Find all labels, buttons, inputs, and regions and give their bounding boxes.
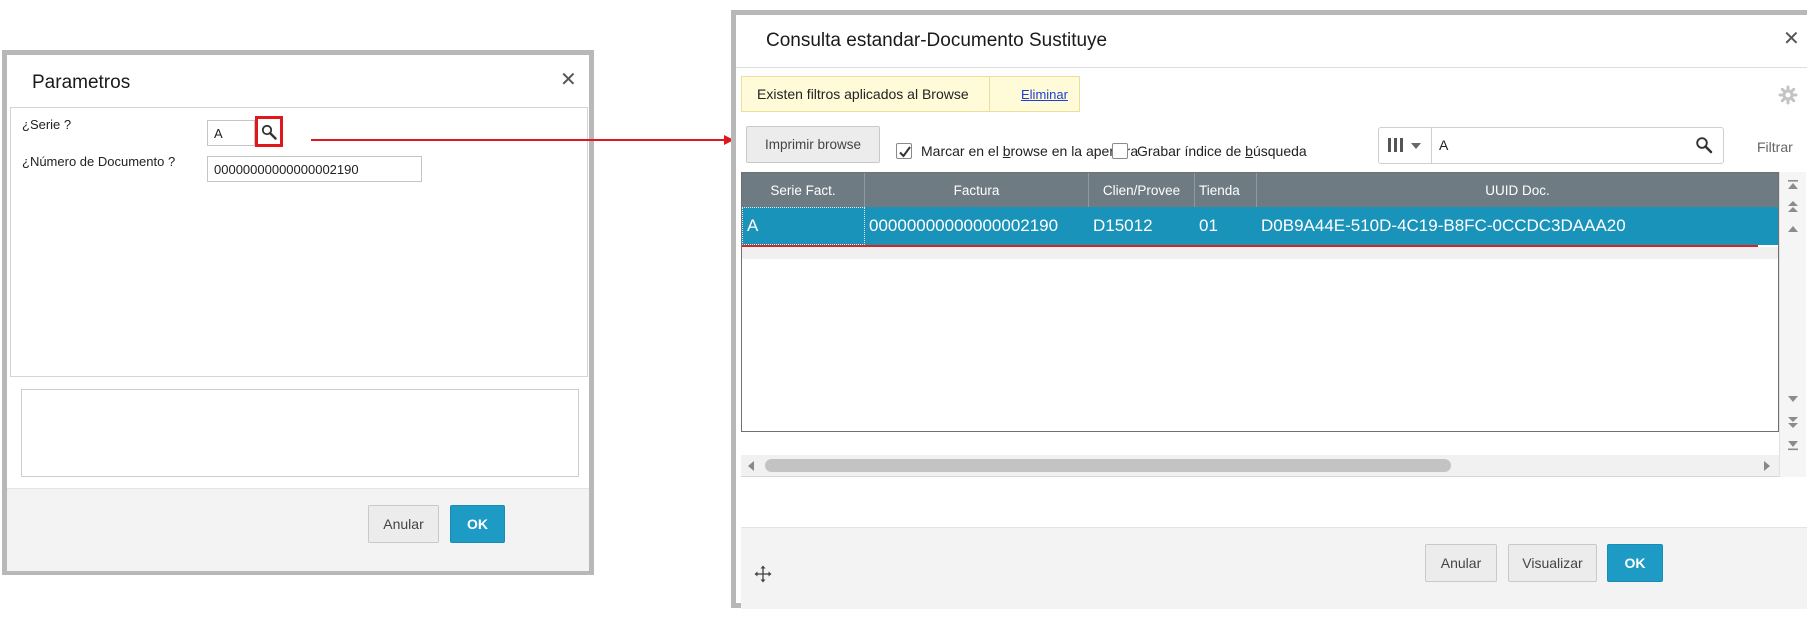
page-up-icon[interactable] — [1786, 200, 1800, 214]
columns-icon — [1388, 138, 1421, 152]
serie-label: ¿Serie ? — [22, 117, 72, 132]
save-search-index-checkbox[interactable] — [1112, 143, 1128, 159]
column-header-factura[interactable]: Factura — [865, 173, 1089, 207]
document-number-label: ¿Número de Documento ? — [22, 154, 176, 169]
title-divider — [736, 67, 1807, 68]
table-row[interactable]: A 00000000000000002190 D15012 01 D0B9A44… — [742, 207, 1778, 245]
help-memo-area[interactable] — [21, 389, 579, 477]
cancel-button[interactable]: Anular — [368, 505, 439, 543]
scroll-down-icon[interactable] — [1786, 392, 1800, 406]
horizontal-scrollbar[interactable] — [741, 455, 1779, 477]
cell-client: D15012 — [1093, 216, 1153, 235]
cell-uuid: D0B9A44E-510D-4C19-B8FC-0CCDC3DAAA20 — [1261, 216, 1626, 235]
standard-query-dialog: Consulta estandar-Documento Sustituye ✕ … — [731, 10, 1807, 609]
save-search-index-label: Grabar índice de búsqueda — [1137, 143, 1307, 159]
cell-tienda: 01 — [1199, 216, 1218, 235]
filter-notice-divider — [989, 77, 990, 111]
scroll-bottom-icon[interactable] — [1786, 438, 1800, 452]
close-icon[interactable]: ✕ — [560, 70, 577, 90]
row-gap — [742, 247, 1778, 259]
serie-field[interactable]: A — [207, 120, 255, 146]
column-header-uuid[interactable]: UUID Doc. — [1257, 173, 1778, 207]
column-header-serie[interactable]: Serie Fact. — [742, 173, 865, 207]
search-input[interactable]: A — [1439, 137, 1448, 153]
search-icon — [261, 124, 277, 140]
scroll-right-icon[interactable] — [1762, 460, 1772, 472]
serie-lookup-button[interactable] — [255, 116, 283, 147]
mark-on-open-label-pre: Marcar en el — [921, 143, 1003, 159]
filter-notice-text: Existen filtros aplicados al Browse — [757, 86, 969, 102]
gear-icon[interactable] — [1778, 85, 1798, 105]
move-icon[interactable] — [754, 565, 772, 583]
column-header-tienda[interactable]: Tienda — [1195, 173, 1257, 207]
dialog-footer: Anular Visualizar OK — [741, 527, 1807, 609]
close-icon[interactable]: ✕ — [1783, 29, 1800, 49]
vertical-scrollbar[interactable] — [1779, 172, 1806, 477]
horizontal-scroll-thumb[interactable] — [765, 459, 1451, 472]
filter-notice: Existen filtros aplicados al Browse Elim… — [741, 76, 1080, 112]
document-number-value: 00000000000000002190 — [214, 161, 359, 177]
serie-value: A — [214, 125, 223, 141]
remove-filters-link[interactable]: Eliminar — [1021, 87, 1068, 102]
dialog-title: Parametros — [32, 72, 131, 93]
mark-on-open-checkbox[interactable] — [896, 143, 912, 159]
dialog-footer: Anular OK — [7, 488, 589, 571]
save-search-index-label-post: úsqueda — [1252, 143, 1307, 159]
document-number-field[interactable]: 00000000000000002190 — [207, 156, 422, 182]
page-down-icon[interactable] — [1786, 415, 1800, 429]
search-column-selector[interactable] — [1379, 128, 1432, 163]
parameters-dialog: Parametros ✕ ¿Serie ? A ¿Número de Docum… — [2, 50, 594, 575]
ok-button[interactable]: OK — [1607, 544, 1663, 582]
results-grid: Serie Fact. Factura Clien/Provee Tienda … — [741, 172, 1779, 432]
search-icon[interactable] — [1695, 136, 1713, 154]
print-browse-button[interactable]: Imprimir browse — [746, 126, 880, 163]
view-button[interactable]: Visualizar — [1508, 544, 1597, 582]
grid-header: Serie Fact. Factura Clien/Provee Tienda … — [742, 173, 1778, 207]
scroll-top-icon[interactable] — [1786, 178, 1800, 192]
connector-arrow — [311, 135, 734, 145]
cell-factura: 00000000000000002190 — [869, 216, 1059, 235]
save-search-index-label-pre: Grabar índice de — [1137, 143, 1246, 159]
mark-on-open-label-accel: b — [1002, 143, 1011, 159]
cancel-button[interactable]: Anular — [1425, 544, 1497, 582]
cell-serie: A — [742, 207, 865, 245]
dialog-title: Consulta estandar-Documento Sustituye — [766, 30, 1108, 51]
scroll-left-icon[interactable] — [746, 460, 756, 472]
scroll-up-icon[interactable] — [1786, 222, 1800, 236]
search-box: A — [1378, 127, 1724, 164]
mark-on-open-label: Marcar en el browse en la apertura — [921, 143, 1138, 159]
checkmark-icon — [899, 146, 911, 158]
ok-button[interactable]: OK — [450, 505, 505, 543]
column-header-client[interactable]: Clien/Provee — [1089, 173, 1195, 207]
filter-button[interactable]: Filtrar — [1757, 139, 1793, 155]
save-search-index-label-accel: b — [1245, 143, 1253, 159]
